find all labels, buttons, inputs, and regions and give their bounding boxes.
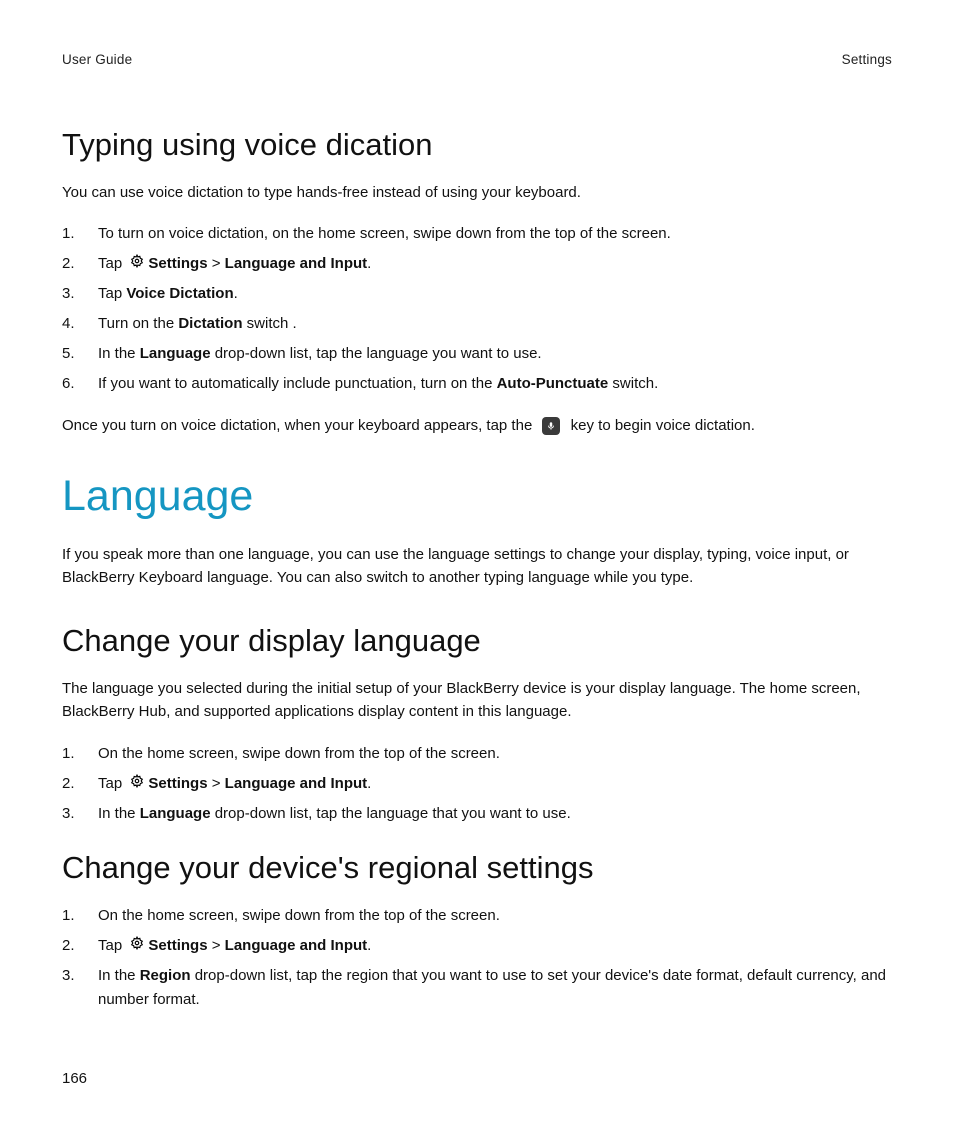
- display-language-intro: The language you selected during the ini…: [62, 677, 892, 724]
- microphone-icon: [542, 417, 560, 435]
- display-language-steps: 1. On the home screen, swipe down from t…: [62, 742, 892, 826]
- list-item: 2. Tap Settings > Language and Input.: [62, 772, 892, 796]
- page-header: User Guide Settings: [62, 52, 892, 67]
- list-item: 4. Turn on the Dictation switch .: [62, 312, 892, 336]
- settings-icon: [130, 772, 144, 796]
- step-text: To turn on voice dictation, on the home …: [98, 222, 892, 246]
- step-number: 3.: [62, 964, 98, 1012]
- step-text: On the home screen, swipe down from the …: [98, 742, 892, 766]
- step-text: In the Region drop-down list, tap the re…: [98, 964, 892, 1012]
- step-text: Tap Settings > Language and Input.: [98, 934, 892, 958]
- section-title-display-language: Change your display language: [62, 623, 892, 659]
- step-number: 6.: [62, 372, 98, 396]
- step-number: 4.: [62, 312, 98, 336]
- step-text: Tap Settings > Language and Input.: [98, 252, 892, 276]
- voice-dictation-steps: 1. To turn on voice dictation, on the ho…: [62, 222, 892, 396]
- step-number: 1.: [62, 222, 98, 246]
- step-number: 2.: [62, 252, 98, 276]
- step-number: 3.: [62, 282, 98, 306]
- section-title-regional-settings: Change your device's regional settings: [62, 850, 892, 886]
- step-text: Tap Settings > Language and Input.: [98, 772, 892, 796]
- list-item: 3. In the Language drop-down list, tap t…: [62, 802, 892, 826]
- step-number: 5.: [62, 342, 98, 366]
- settings-icon: [130, 252, 144, 276]
- step-number: 1.: [62, 904, 98, 928]
- list-item: 1. To turn on voice dictation, on the ho…: [62, 222, 892, 246]
- header-right: Settings: [842, 52, 892, 67]
- list-item: 5. In the Language drop-down list, tap t…: [62, 342, 892, 366]
- major-heading-language: Language: [62, 472, 892, 521]
- step-text: Turn on the Dictation switch .: [98, 312, 892, 336]
- list-item: 3. In the Region drop-down list, tap the…: [62, 964, 892, 1012]
- header-left: User Guide: [62, 52, 132, 67]
- voice-dictation-outro: Once you turn on voice dictation, when y…: [62, 414, 892, 437]
- voice-dictation-intro: You can use voice dictation to type hand…: [62, 181, 892, 204]
- step-number: 3.: [62, 802, 98, 826]
- list-item: 6. If you want to automatically include …: [62, 372, 892, 396]
- step-text: Tap Voice Dictation.: [98, 282, 892, 306]
- list-item: 1. On the home screen, swipe down from t…: [62, 904, 892, 928]
- section-title-voice-dictation: Typing using voice dication: [62, 127, 892, 163]
- step-text: In the Language drop-down list, tap the …: [98, 802, 892, 826]
- list-item: 2. Tap Settings > Language and Input.: [62, 252, 892, 276]
- list-item: 3. Tap Voice Dictation.: [62, 282, 892, 306]
- step-text: If you want to automatically include pun…: [98, 372, 892, 396]
- page-number: 166: [62, 1070, 87, 1087]
- list-item: 2. Tap Settings > Language and Input.: [62, 934, 892, 958]
- step-number: 2.: [62, 934, 98, 958]
- list-item: 1. On the home screen, swipe down from t…: [62, 742, 892, 766]
- settings-icon: [130, 934, 144, 958]
- language-intro: If you speak more than one language, you…: [62, 543, 892, 590]
- step-text: In the Language drop-down list, tap the …: [98, 342, 892, 366]
- regional-settings-steps: 1. On the home screen, swipe down from t…: [62, 904, 892, 1012]
- step-text: On the home screen, swipe down from the …: [98, 904, 892, 928]
- step-number: 2.: [62, 772, 98, 796]
- step-number: 1.: [62, 742, 98, 766]
